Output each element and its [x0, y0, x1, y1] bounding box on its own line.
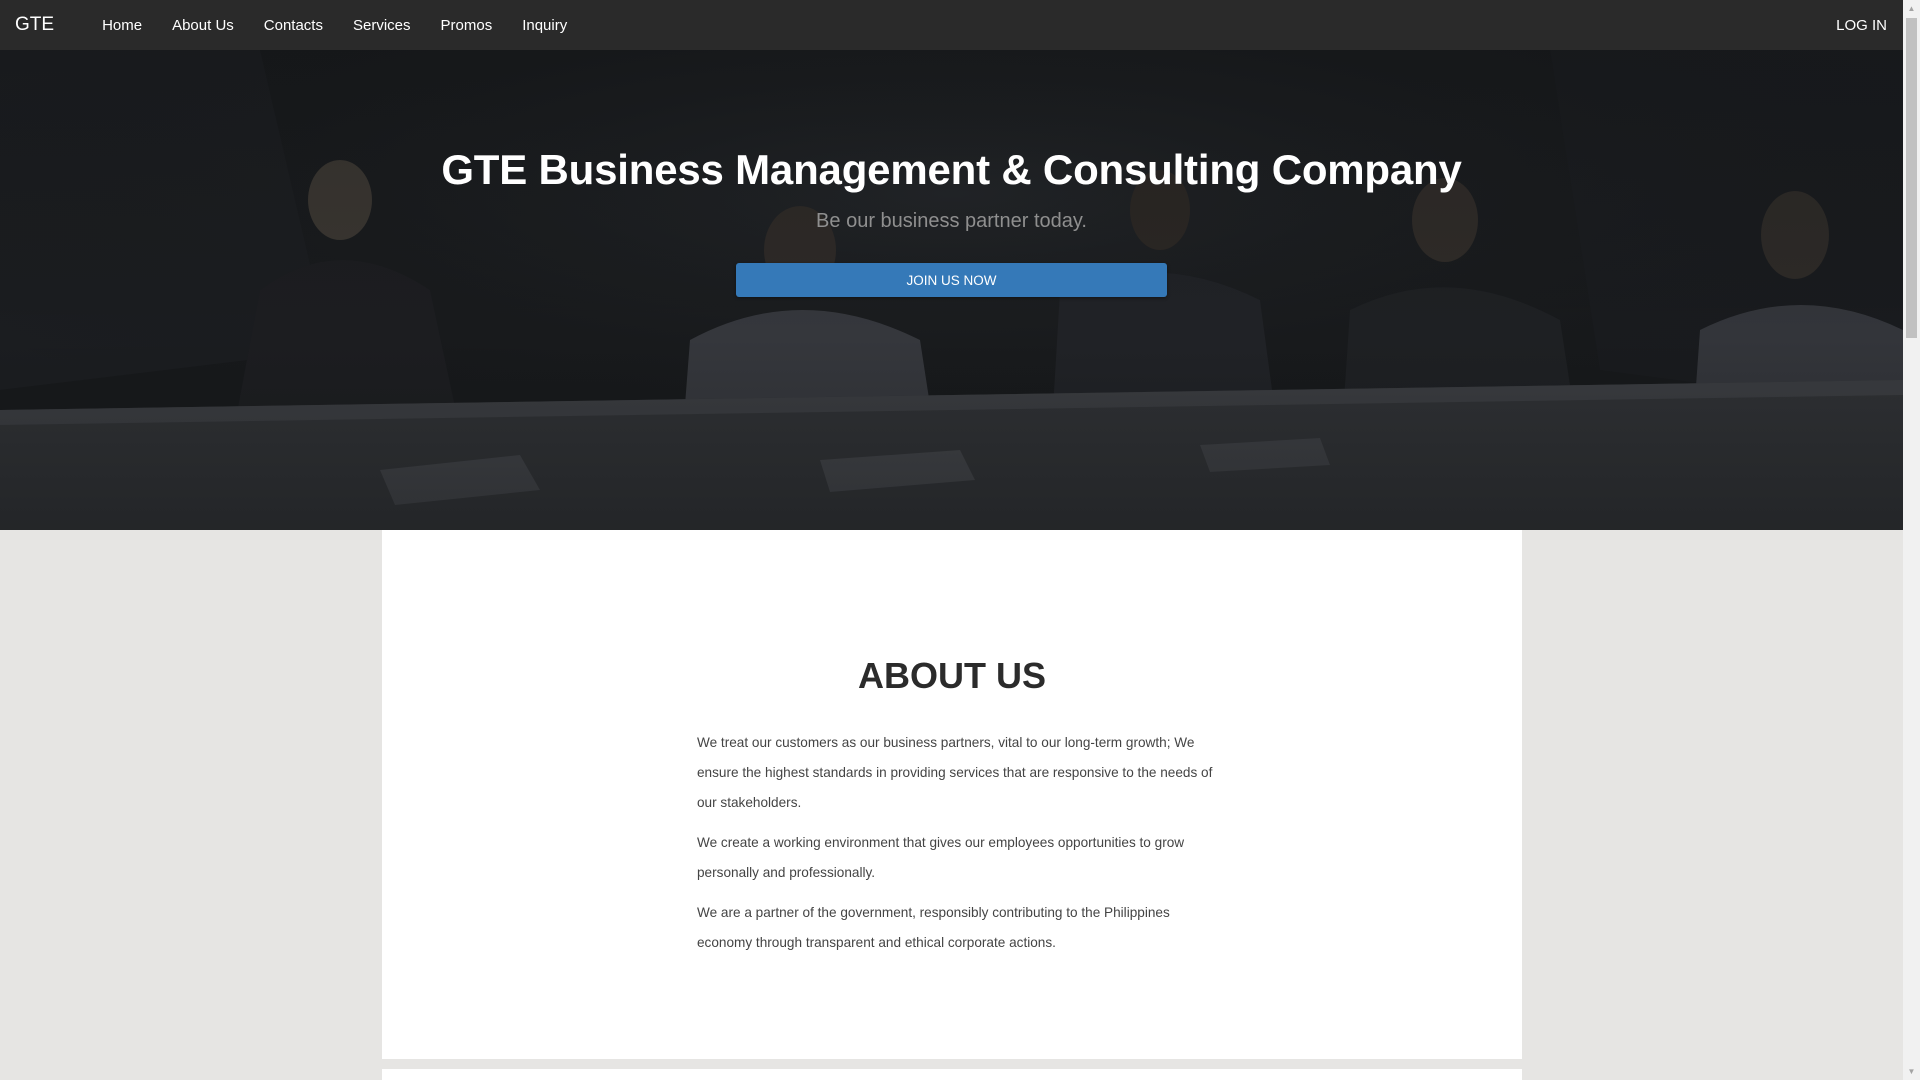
- nav-about-us-link[interactable]: About Us: [157, 17, 249, 34]
- nav-inquiry-link[interactable]: Inquiry: [507, 17, 582, 34]
- nav-contacts-link[interactable]: Contacts: [249, 17, 338, 34]
- viewport: GTE Home About Us Contacts Services Prom…: [0, 0, 1903, 1080]
- about-us-text: We treat our customers as our business p…: [697, 728, 1217, 968]
- next-section-card: [382, 1069, 1522, 1080]
- scroll-up-arrow-icon[interactable]: ▲: [1903, 0, 1920, 17]
- about-us-heading: ABOUT US: [858, 655, 1046, 696]
- hero-content: GTE Business Management & Consulting Com…: [0, 50, 1903, 530]
- hero-subtitle: Be our business partner today.: [816, 210, 1087, 232]
- nav-home-link[interactable]: Home: [87, 17, 157, 34]
- top-navbar: GTE Home About Us Contacts Services Prom…: [0, 0, 1903, 50]
- nav-services-link[interactable]: Services: [338, 17, 426, 34]
- brand-logo[interactable]: GTE: [0, 14, 69, 36]
- scroll-down-arrow-icon[interactable]: ▼: [1903, 1063, 1920, 1080]
- hero-section: GTE Business Management & Consulting Com…: [0, 50, 1903, 530]
- about-paragraph: We create a working environment that giv…: [697, 835, 1185, 880]
- hero-title: GTE Business Management & Consulting Com…: [441, 146, 1462, 193]
- page: GTE Home About Us Contacts Services Prom…: [0, 0, 1920, 1080]
- login-link[interactable]: LOG IN: [1821, 17, 1903, 34]
- scrollbar-thumb[interactable]: [1906, 18, 1917, 338]
- vertical-scrollbar[interactable]: ▲ ▼: [1903, 0, 1920, 1080]
- about-paragraph: We are a partner of the government, resp…: [697, 905, 1170, 950]
- join-us-now-button[interactable]: JOIN US NOW: [736, 263, 1167, 297]
- about-us-section: ABOUT US We treat our customers as our b…: [382, 530, 1522, 1059]
- nav-promos-link[interactable]: Promos: [426, 17, 508, 34]
- about-paragraph: We treat our customers as our business p…: [697, 735, 1213, 810]
